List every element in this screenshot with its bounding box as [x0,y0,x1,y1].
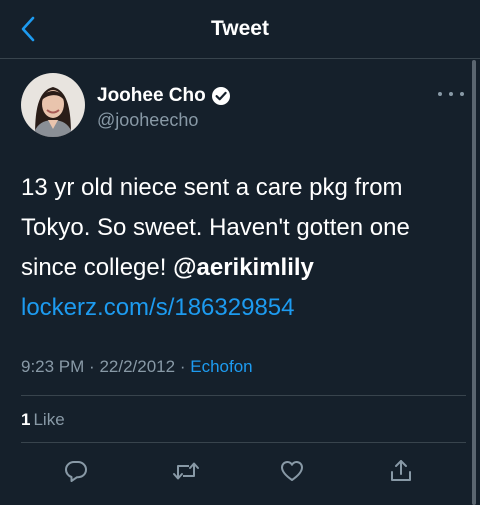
meta-separator: · [179,357,186,376]
more-options-button[interactable] [438,86,464,102]
divider [21,442,466,443]
retweet-button[interactable] [170,455,202,487]
likes-label: Like [33,410,65,429]
tweet-time: 9:23 PM [21,357,85,376]
top-bar: Tweet [0,0,480,59]
likes-count-link[interactable]: 1 Like [21,410,65,430]
page-title: Tweet [211,17,269,40]
verified-badge-icon [211,86,231,106]
more-dots-icon [438,92,442,96]
url-link[interactable]: lockerz.com/s/186329854 [21,294,295,321]
scrollbar[interactable] [472,60,476,505]
reply-icon [65,461,87,482]
avatar[interactable] [21,73,85,137]
tweet-source-link[interactable]: Echofon [190,357,252,376]
author-handle[interactable]: @jooheecho [97,110,198,131]
tweet-metadata: 9:23 PM · 22/2/2012 · Echofon [21,357,253,377]
tweet-date: 22/2/2012 [99,357,176,376]
like-button[interactable] [276,455,308,487]
author-name-row[interactable]: Joohee Cho [97,85,231,107]
mention-link[interactable]: @aerikimlily [173,254,314,281]
author-display-name: Joohee Cho [97,85,206,106]
reply-button[interactable] [60,455,92,487]
likes-count: 1 [21,410,31,429]
meta-separator: · [89,357,95,376]
share-icon [391,460,411,481]
heart-icon [281,461,303,481]
divider [21,395,466,396]
tweet-text: 13 yr old niece sent a care pkg from Tok… [21,168,466,328]
retweet-icon [173,462,199,480]
share-button[interactable] [385,455,417,487]
